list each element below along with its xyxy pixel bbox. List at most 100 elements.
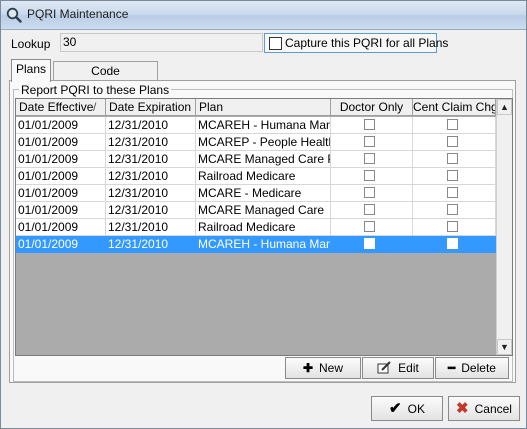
table-row[interactable]: 01/01/2009 12/31/2010 Railroad Medicare — [16, 168, 496, 185]
lookup-field: 30 — [60, 33, 263, 52]
minus-icon: ━ — [448, 361, 456, 375]
cent-claim-chgs-checkbox[interactable] — [447, 170, 458, 181]
doctor-only-cell — [331, 202, 413, 219]
date-expiration-cell[interactable]: 12/31/2010 — [106, 236, 196, 253]
capture-checkbox-box[interactable] — [269, 37, 282, 50]
plan-cell[interactable]: MCAREP - People Health T — [196, 134, 331, 151]
delete-button[interactable]: ━ Delete — [435, 357, 509, 379]
tab-code-requirements[interactable]: Code Requirements — [53, 61, 158, 96]
plan-cell[interactable]: MCAREH - Humana Manag — [196, 236, 331, 253]
plan-cell[interactable]: MCARE Managed Care — [196, 202, 331, 219]
date-expiration-cell[interactable]: 12/31/2010 — [106, 202, 196, 219]
groupbox-legend: Report PQRI to these Plans — [19, 83, 172, 97]
title-bar[interactable]: PQRI Maintenance — [1, 1, 526, 30]
doctor-only-checkbox[interactable] — [364, 187, 375, 198]
cent-claim-chgs-cell — [413, 202, 496, 219]
column-header-doctor-only[interactable]: Doctor Only — [331, 99, 413, 116]
date-expiration-cell[interactable]: 12/31/2010 — [106, 219, 196, 236]
scroll-up-arrow-icon[interactable]: ▲ — [497, 99, 512, 115]
plan-cell[interactable]: Railroad Medicare — [196, 168, 331, 185]
cent-claim-chgs-cell — [413, 151, 496, 168]
table-row[interactable]: 01/01/2009 12/31/2010 MCAREP - People Heal… — [16, 134, 496, 151]
date-effective-cell[interactable]: 01/01/2009 — [16, 134, 106, 151]
plan-cell[interactable]: MCARE Managed Care Plar — [196, 151, 331, 168]
sort-ascending-icon: / — [93, 100, 97, 114]
doctor-only-checkbox[interactable] — [364, 119, 375, 130]
delete-button-label: Delete — [461, 361, 496, 375]
ok-button-label: OK — [407, 402, 425, 416]
doctor-only-cell — [331, 151, 413, 168]
lookup-label: Lookup — [11, 37, 51, 51]
x-icon: ✖ — [456, 400, 469, 417]
date-expiration-cell[interactable]: 12/31/2010 — [106, 151, 196, 168]
date-expiration-cell[interactable]: 12/31/2010 — [106, 185, 196, 202]
cent-claim-chgs-checkbox[interactable] — [447, 136, 458, 147]
cent-claim-chgs-cell — [413, 236, 496, 253]
date-effective-cell[interactable]: 01/01/2009 — [16, 219, 106, 236]
cent-claim-chgs-cell — [413, 168, 496, 185]
date-expiration-cell[interactable]: 12/31/2010 — [106, 168, 196, 185]
doctor-only-cell — [331, 168, 413, 185]
cent-claim-chgs-checkbox[interactable] — [447, 153, 458, 164]
date-effective-cell[interactable]: 01/01/2009 — [16, 202, 106, 219]
doctor-only-checkbox[interactable] — [364, 221, 375, 232]
doctor-only-cell — [331, 117, 413, 134]
capture-all-plans-checkbox[interactable]: Capture this PQRI for all Plans — [264, 33, 448, 53]
date-effective-cell[interactable]: 01/01/2009 — [16, 168, 106, 185]
doctor-only-checkbox[interactable] — [364, 170, 375, 181]
doctor-only-checkbox[interactable] — [364, 136, 375, 147]
table-row[interactable]: 01/01/200912/31/2010MCAREH - Humana Mana… — [16, 236, 496, 253]
doctor-only-checkbox[interactable] — [364, 153, 375, 164]
new-button[interactable]: ✚ New — [285, 357, 361, 379]
new-button-label: New — [319, 361, 344, 375]
date-effective-header-label: Date Effective — [19, 100, 94, 114]
cent-claim-chgs-checkbox[interactable] — [447, 221, 458, 232]
grid-vertical-scrollbar[interactable]: ▲ ▼ — [496, 99, 512, 355]
cancel-button-label: Cancel — [474, 402, 512, 416]
cent-claim-chgs-checkbox[interactable] — [447, 119, 458, 130]
app-magnifier-icon — [6, 7, 22, 23]
plan-cell[interactable]: MCAREH - Humana Manag — [196, 117, 331, 134]
checkmark-icon: ✔ — [389, 400, 402, 417]
table-row[interactable]: 01/01/200912/31/2010MCARE Managed Care P… — [16, 151, 496, 168]
tab-plans[interactable]: Plans — [11, 59, 51, 82]
capture-checkbox-label: Capture this PQRI for all Plans — [285, 36, 449, 50]
doctor-only-cell — [331, 219, 413, 236]
scroll-down-arrow-icon[interactable]: ▼ — [497, 339, 512, 355]
date-expiration-cell[interactable]: 12/31/2010 — [106, 134, 196, 151]
column-header-date-effective[interactable]: Date Effective / — [16, 99, 106, 116]
doctor-only-cell — [331, 236, 413, 253]
plans-grid: Date Effective / Date Expiration Plan Do… — [15, 98, 513, 356]
cancel-button[interactable]: ✖ Cancel — [448, 396, 520, 421]
cent-claim-chgs-cell — [413, 185, 496, 202]
window-title: PQRI Maintenance — [27, 7, 129, 21]
doctor-only-cell — [331, 185, 413, 202]
column-header-plan[interactable]: Plan — [196, 99, 331, 116]
date-effective-cell[interactable]: 01/01/2009 — [16, 236, 106, 253]
cent-claim-chgs-checkbox[interactable] — [447, 204, 458, 215]
date-expiration-cell[interactable]: 12/31/2010 — [106, 117, 196, 134]
table-row[interactable]: 01/01/2009 12/31/2010 MCARE - Medicare — [16, 185, 496, 202]
ok-button[interactable]: ✔ OK — [371, 396, 443, 421]
edit-button[interactable]: Edit — [362, 357, 434, 379]
edit-pencil-icon — [377, 361, 391, 374]
edit-button-label: Edit — [398, 361, 419, 375]
column-header-cent-claim-chgs[interactable]: Cent Claim Chgs — [413, 99, 496, 116]
cent-claim-chgs-checkbox[interactable] — [447, 187, 458, 198]
date-effective-cell[interactable]: 01/01/2009 — [16, 151, 106, 168]
table-row[interactable]: 01/01/2009 12/31/2010 Railroad Medicare — [16, 219, 496, 236]
date-effective-cell[interactable]: 01/01/2009 — [16, 185, 106, 202]
cent-claim-chgs-checkbox[interactable] — [447, 238, 458, 249]
cent-claim-chgs-cell — [413, 117, 496, 134]
date-effective-cell[interactable]: 01/01/2009 — [16, 117, 106, 134]
table-row[interactable]: 01/01/200912/31/2010MCAREH - Humana Mana… — [16, 117, 496, 134]
plus-icon: ✚ — [302, 361, 314, 375]
table-row[interactable]: 01/01/2009 12/31/2010 MCARE Managed Care — [16, 202, 496, 219]
column-header-date-expiration[interactable]: Date Expiration — [106, 99, 196, 116]
plan-cell[interactable]: MCARE - Medicare — [196, 185, 331, 202]
doctor-only-checkbox[interactable] — [364, 204, 375, 215]
doctor-only-cell — [331, 134, 413, 151]
doctor-only-checkbox[interactable] — [364, 238, 375, 249]
grid-header: Date Effective / Date Expiration Plan Do… — [16, 99, 496, 117]
plan-cell[interactable]: Railroad Medicare — [196, 219, 331, 236]
